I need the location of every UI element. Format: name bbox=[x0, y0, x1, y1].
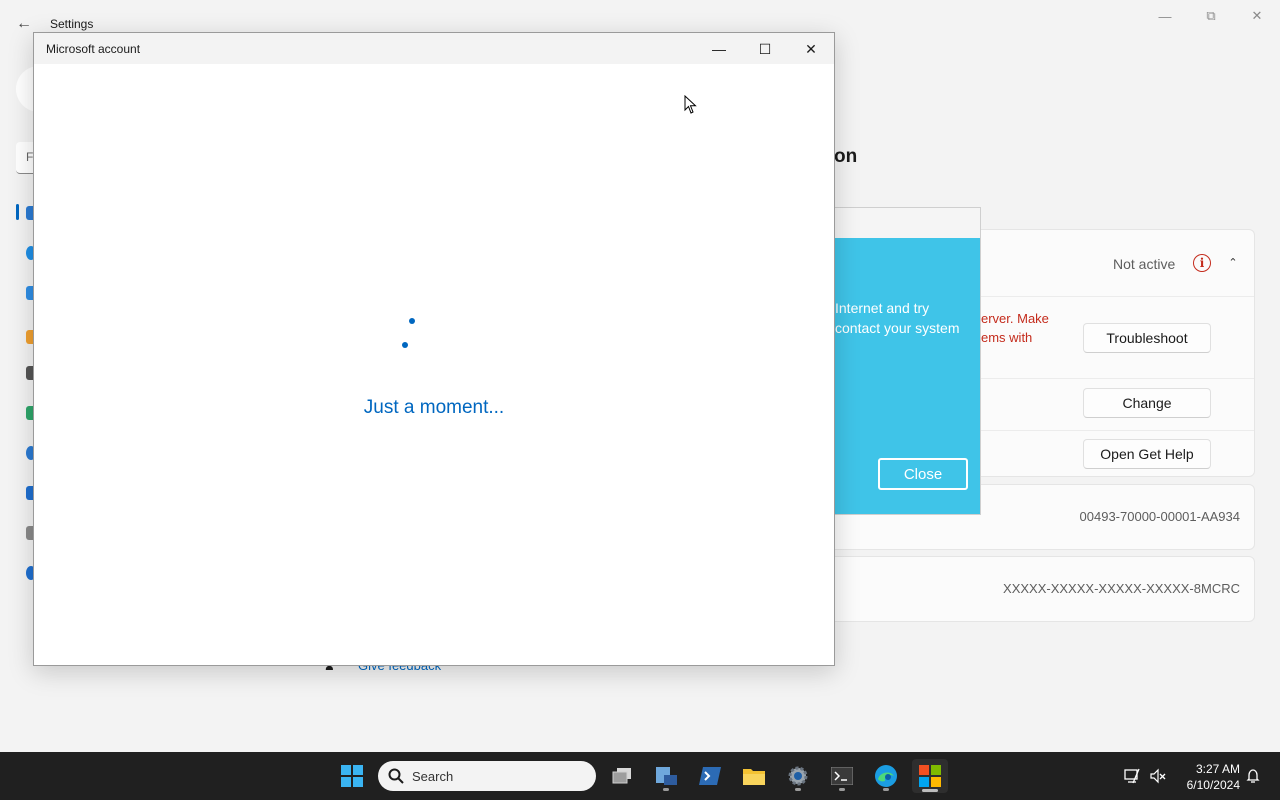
running-indicator bbox=[795, 788, 801, 791]
back-arrow-icon[interactable]: ← bbox=[14, 14, 34, 34]
error-dialog: Internet and try contact your system Clo… bbox=[834, 207, 981, 515]
taskbar: Search 3:27 AM 6/10/2024 bbox=[0, 752, 1280, 800]
volume-muted-icon[interactable] bbox=[1150, 768, 1166, 784]
settings-restore-button[interactable]: ⧉ bbox=[1197, 6, 1225, 26]
product-key-card: XXXXX-XXXXX-XXXXX-XXXXX-8MCRC bbox=[834, 556, 1255, 622]
product-key-value: XXXXX-XXXXX-XXXXX-XXXXX-8MCRC bbox=[1003, 581, 1240, 596]
info-icon: i bbox=[1193, 254, 1211, 272]
dialog-close-button[interactable]: Close bbox=[878, 458, 968, 490]
running-indicator bbox=[839, 788, 845, 791]
active-indicator bbox=[922, 789, 938, 792]
store-button[interactable] bbox=[912, 759, 948, 793]
powershell-button[interactable] bbox=[694, 760, 726, 792]
activation-status: Not active bbox=[1113, 256, 1176, 272]
product-id-value: 00493-70000-00001-AA934 bbox=[1079, 509, 1240, 524]
search-label: Search bbox=[412, 768, 454, 784]
server-manager-icon bbox=[656, 767, 677, 785]
chevron-up-icon[interactable]: ⌃ bbox=[1225, 254, 1241, 270]
msa-maximize-button[interactable]: ☐ bbox=[751, 37, 779, 61]
open-get-help-button[interactable]: Open Get Help bbox=[1083, 439, 1211, 469]
running-indicator bbox=[663, 788, 669, 791]
settings-close-button[interactable]: ✕ bbox=[1243, 6, 1271, 26]
network-icon[interactable] bbox=[1124, 768, 1140, 784]
mouse-cursor-icon bbox=[684, 95, 697, 114]
error-dialog-body: Internet and try contact your system Clo… bbox=[835, 238, 980, 514]
terminal-icon bbox=[831, 767, 853, 785]
edge-icon bbox=[875, 765, 897, 787]
task-view-icon bbox=[612, 768, 631, 784]
notification-bell-icon[interactable] bbox=[1245, 768, 1261, 784]
microsoft-account-window: Microsoft account — ☐ ✕ Just a moment... bbox=[33, 32, 835, 666]
page-title: on bbox=[834, 146, 858, 167]
edge-button[interactable] bbox=[870, 760, 902, 792]
powershell-icon bbox=[699, 767, 721, 785]
error-dialog-text: Internet and try contact your system bbox=[835, 300, 960, 336]
msa-minimize-button[interactable]: — bbox=[705, 37, 733, 61]
file-explorer-icon bbox=[743, 769, 765, 785]
loading-message: Just a moment... bbox=[363, 397, 505, 418]
settings-gear-icon bbox=[788, 766, 808, 786]
running-indicator bbox=[883, 788, 889, 791]
search-icon bbox=[388, 768, 404, 784]
start-button[interactable] bbox=[336, 760, 368, 792]
taskbar-clock[interactable]: 3:27 AM 6/10/2024 bbox=[1172, 761, 1240, 793]
server-manager-button[interactable] bbox=[650, 760, 682, 792]
settings-title: Settings bbox=[50, 17, 94, 31]
change-button[interactable]: Change bbox=[1083, 388, 1211, 418]
taskbar-search-box[interactable]: Search bbox=[378, 761, 596, 791]
troubleshoot-button[interactable]: Troubleshoot bbox=[1083, 323, 1211, 353]
file-explorer-button[interactable] bbox=[738, 760, 770, 792]
settings-minimize-button[interactable]: — bbox=[1151, 6, 1179, 26]
terminal-button[interactable] bbox=[826, 760, 858, 792]
store-icon bbox=[919, 765, 941, 787]
clock-date: 6/10/2024 bbox=[1186, 778, 1240, 792]
clock-time: 3:27 AM bbox=[1195, 762, 1240, 776]
msa-window-title: Microsoft account bbox=[46, 42, 141, 56]
msa-close-button[interactable]: ✕ bbox=[797, 37, 825, 61]
msa-titlebar[interactable]: Microsoft account — ☐ ✕ bbox=[34, 33, 834, 64]
nav-selection-indicator bbox=[16, 204, 19, 220]
settings-app-button[interactable] bbox=[782, 760, 814, 792]
start-icon bbox=[341, 765, 363, 787]
task-view-button[interactable] bbox=[606, 760, 638, 792]
